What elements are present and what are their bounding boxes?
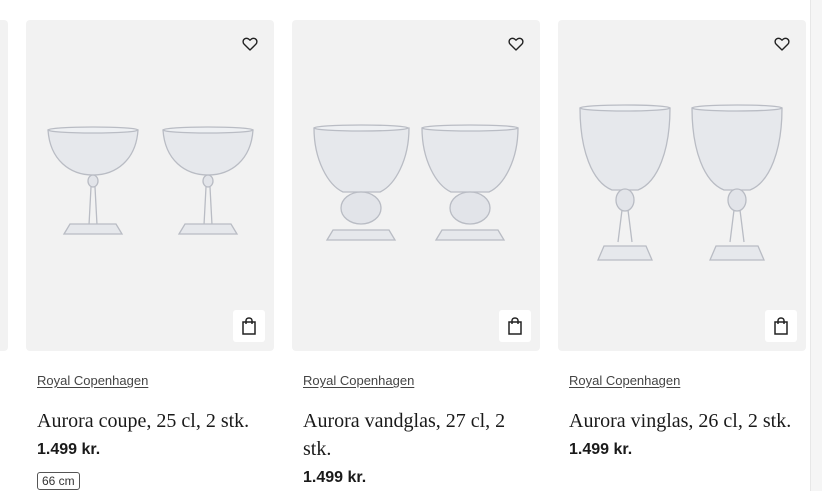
shopping-bag-icon [774,317,788,335]
water-glasses-image [313,124,519,241]
heart-icon [774,37,790,51]
previous-product-card-edge[interactable] [0,20,8,351]
add-to-cart-button[interactable] [499,310,531,342]
product-image[interactable] [292,20,540,351]
favorite-button[interactable] [506,34,526,54]
coupe-glasses-image [47,126,254,235]
product-card[interactable]: Royal Copenhagen Aurora vinglas, 26 cl, … [558,20,806,459]
heart-icon [508,37,524,51]
product-title[interactable]: Aurora vinglas, 26 cl, 2 stk. [569,407,795,435]
product-image[interactable] [558,20,806,351]
brand-link[interactable]: Royal Copenhagen [303,373,414,388]
shopping-bag-icon [508,317,522,335]
favorite-button[interactable] [240,34,260,54]
product-title[interactable]: Aurora vandglas, 27 cl, 2 stk. [303,407,529,463]
heart-icon [242,37,258,51]
brand-link[interactable]: Royal Copenhagen [37,373,148,388]
product-price: 1.499 kr. [569,441,633,458]
shopping-bag-icon [242,317,256,335]
product-card[interactable]: Royal Copenhagen Aurora coupe, 25 cl, 2 … [26,20,274,490]
add-to-cart-button[interactable] [233,310,265,342]
page-scrollbar[interactable] [810,0,822,491]
product-price: 1.499 kr. [37,441,101,458]
size-tag: 66 cm [37,472,80,490]
product-card[interactable]: Royal Copenhagen Aurora vandglas, 27 cl,… [292,20,540,487]
product-title[interactable]: Aurora coupe, 25 cl, 2 stk. [37,407,263,435]
add-to-cart-button[interactable] [765,310,797,342]
product-image[interactable] [26,20,274,351]
favorite-button[interactable] [772,34,792,54]
wine-glasses-image [579,104,783,261]
product-price: 1.499 kr. [303,469,367,486]
brand-link[interactable]: Royal Copenhagen [569,373,680,388]
